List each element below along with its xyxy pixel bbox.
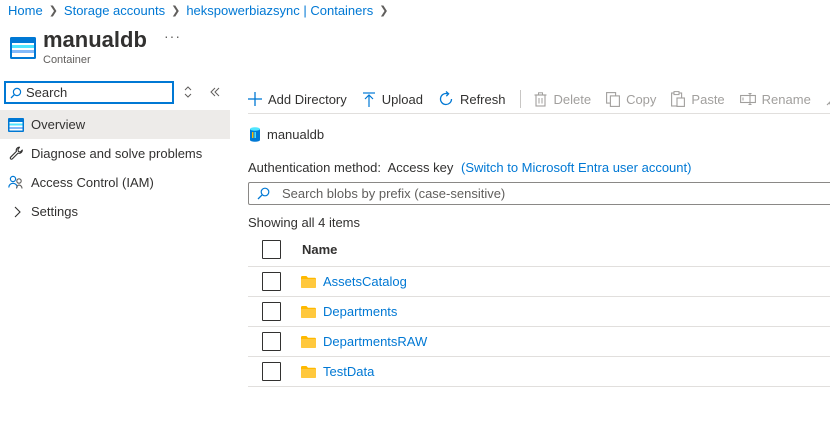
auth-value: Access key bbox=[387, 160, 454, 175]
sidebar-item-label: Access Control (IAM) bbox=[31, 175, 154, 190]
sidebar-item-diagnose[interactable]: Diagnose and solve problems bbox=[0, 139, 230, 168]
auth-label: Authentication method: bbox=[248, 160, 381, 175]
blob-search-box bbox=[248, 182, 830, 205]
copy-icon bbox=[606, 91, 621, 107]
item-count: Showing all 4 items bbox=[248, 215, 360, 230]
refresh-label: Refresh bbox=[459, 91, 506, 107]
sidebar-item-label: Overview bbox=[31, 117, 86, 132]
table-row[interactable]: DepartmentsRAW bbox=[248, 327, 830, 357]
collapse-sidebar-icon[interactable] bbox=[209, 86, 221, 98]
upload-icon bbox=[362, 91, 375, 107]
folder-icon bbox=[301, 305, 316, 318]
breadcrumb-containers[interactable]: hekspowerbiazsync | Containers bbox=[186, 3, 373, 18]
table-row[interactable]: TestData bbox=[248, 357, 830, 387]
sidebar-item-label: Settings bbox=[31, 204, 78, 219]
toolbar-divider bbox=[520, 90, 522, 108]
delete-label: Delete bbox=[553, 91, 592, 107]
sidebar-item-overview[interactable]: Overview bbox=[0, 110, 230, 139]
row-checkbox[interactable] bbox=[262, 332, 281, 351]
refresh-icon bbox=[439, 91, 453, 106]
access-control-button[interactable]: Ac bbox=[826, 92, 830, 107]
breadcrumb-separator-icon: ❯ bbox=[379, 4, 389, 17]
breadcrumb: Home ❯ Storage accounts ❯ hekspowerbiazs… bbox=[8, 2, 394, 18]
wrench-icon bbox=[8, 146, 24, 162]
switch-auth-link[interactable]: (Switch to Microsoft Entra user account) bbox=[461, 160, 691, 175]
breadcrumb-separator-icon: ❯ bbox=[171, 4, 181, 17]
blob-search-input[interactable] bbox=[282, 186, 782, 201]
row-checkbox[interactable] bbox=[262, 362, 281, 381]
chevron-right-icon bbox=[9, 204, 25, 220]
table-row[interactable]: AssetsCatalog bbox=[248, 267, 830, 297]
copy-label: Copy bbox=[626, 91, 657, 107]
container-path-label: manualdb bbox=[267, 127, 325, 142]
upload-button[interactable]: Upload bbox=[362, 92, 423, 107]
sidebar-item-access-control[interactable]: Access Control (IAM) bbox=[0, 168, 230, 197]
folder-icon bbox=[301, 275, 316, 288]
row-checkbox[interactable] bbox=[262, 302, 281, 321]
plus-icon bbox=[248, 92, 262, 106]
search-icon bbox=[257, 187, 270, 200]
folder-icon bbox=[301, 365, 316, 378]
folder-link[interactable]: TestData bbox=[323, 364, 374, 379]
folder-link[interactable]: DepartmentsRAW bbox=[323, 334, 427, 349]
add-directory-label: Add Directory bbox=[268, 91, 347, 107]
container-cylinder-icon bbox=[250, 127, 260, 142]
container-logo-icon bbox=[10, 37, 36, 59]
sidebar-nav: Overview Diagnose and solve problems Acc… bbox=[0, 110, 230, 226]
people-icon bbox=[8, 175, 24, 191]
rename-icon bbox=[739, 93, 756, 105]
sidebar-search-box bbox=[4, 81, 174, 104]
select-all-checkbox[interactable] bbox=[262, 240, 281, 259]
sidebar-search-input[interactable] bbox=[26, 85, 166, 100]
column-header-name[interactable]: Name bbox=[302, 242, 337, 257]
page-subtitle: Container bbox=[43, 54, 91, 66]
rename-label: Rename bbox=[761, 91, 811, 107]
folder-link[interactable]: Departments bbox=[323, 304, 397, 319]
sidebar-item-label: Diagnose and solve problems bbox=[31, 146, 203, 161]
page-title: manualdb bbox=[43, 27, 147, 52]
delete-button[interactable]: Delete bbox=[534, 92, 591, 107]
more-options-button[interactable]: ··· bbox=[164, 28, 181, 44]
rename-button[interactable]: Rename bbox=[739, 91, 811, 107]
sidebar-item-settings[interactable]: Settings bbox=[0, 197, 230, 226]
command-bar: Add Directory Upload Refresh Delete Copy… bbox=[248, 86, 830, 112]
paste-button[interactable]: Paste bbox=[671, 91, 725, 107]
paste-label: Paste bbox=[691, 91, 725, 107]
table-row[interactable]: Departments bbox=[248, 297, 830, 327]
paste-icon bbox=[671, 91, 686, 107]
authentication-method: Authentication method: Access key (Switc… bbox=[248, 160, 691, 175]
breadcrumb-home[interactable]: Home bbox=[8, 3, 43, 18]
blob-list: Name AssetsCatalog Departments Departmen… bbox=[248, 233, 830, 387]
key-icon bbox=[826, 101, 830, 106]
folder-link[interactable]: AssetsCatalog bbox=[323, 274, 407, 289]
toolbar-divider bbox=[248, 113, 830, 114]
copy-button[interactable]: Copy bbox=[606, 92, 656, 107]
container-icon bbox=[8, 117, 24, 133]
search-icon bbox=[10, 87, 22, 98]
row-checkbox[interactable] bbox=[262, 272, 281, 291]
sort-icon[interactable] bbox=[183, 86, 193, 98]
trash-icon bbox=[534, 91, 547, 107]
folder-icon bbox=[301, 335, 316, 348]
breadcrumb-separator-icon: ❯ bbox=[48, 4, 58, 17]
container-path: manualdb bbox=[249, 127, 324, 142]
add-directory-button[interactable]: Add Directory bbox=[248, 92, 347, 107]
list-header: Name bbox=[248, 233, 830, 267]
breadcrumb-storage-accounts[interactable]: Storage accounts bbox=[64, 3, 165, 18]
refresh-button[interactable]: Refresh bbox=[438, 91, 506, 107]
upload-label: Upload bbox=[381, 91, 423, 107]
